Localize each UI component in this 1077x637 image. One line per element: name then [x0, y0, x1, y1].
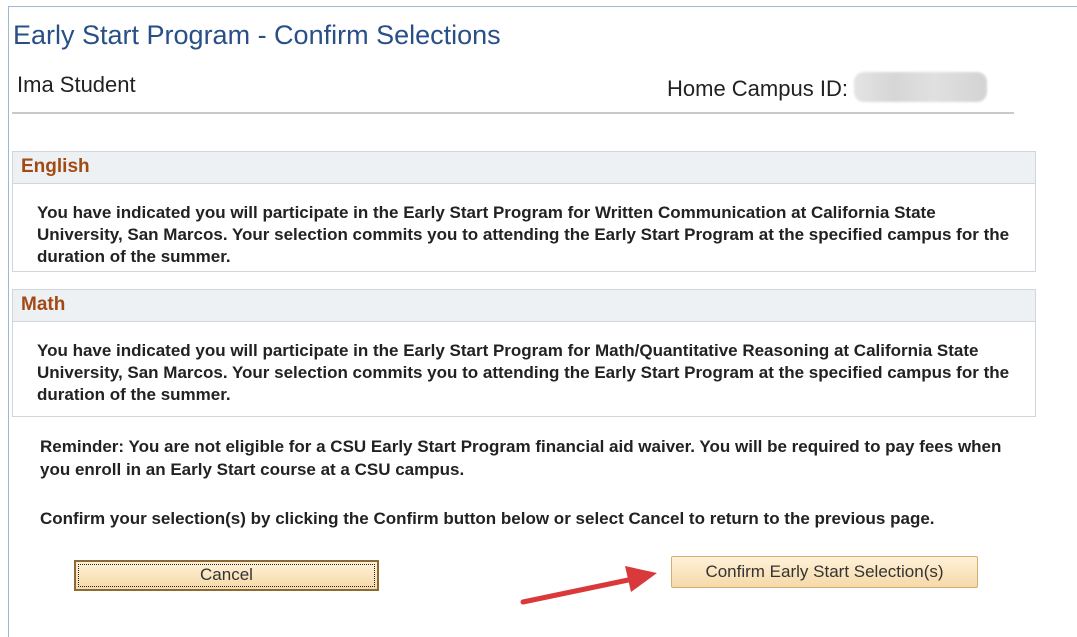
english-section: English You have indicated you will part…	[12, 151, 1036, 272]
red-arrow-icon	[520, 566, 657, 605]
confirm-early-start-button[interactable]: Confirm Early Start Selection(s)	[671, 556, 978, 588]
cancel-button[interactable]: Cancel	[74, 560, 379, 591]
student-name: Ima Student	[17, 72, 136, 97]
page-title: Early Start Program - Confirm Selections	[13, 20, 501, 50]
header-divider	[12, 112, 1014, 114]
confirm-instructions: Confirm your selection(s) by clicking th…	[40, 509, 935, 528]
campus-id-value-redacted	[853, 72, 987, 102]
english-section-heading: English	[13, 152, 1035, 184]
math-section-text: You have indicated you will participate …	[37, 341, 1010, 404]
campus-id-label: Home Campus ID:	[667, 76, 848, 101]
english-section-text: You have indicated you will participate …	[37, 203, 1010, 266]
math-section-heading: Math	[13, 290, 1035, 322]
math-section: Math You have indicated you will partici…	[12, 289, 1036, 417]
financial-aid-reminder: Reminder: You are not eligible for a CSU…	[40, 437, 1002, 479]
home-campus-id: Home Campus ID:	[667, 72, 987, 102]
